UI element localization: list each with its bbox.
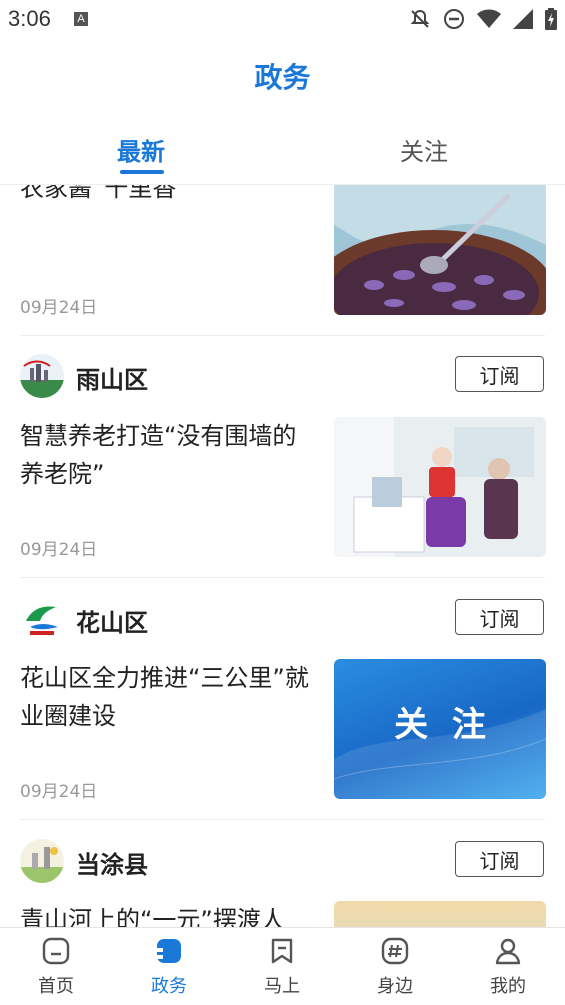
article-date: 09月24日 [20, 540, 98, 560]
article-title[interactable]: 青山河上的“一元”摆渡人 [20, 901, 320, 927]
article-title[interactable]: 农家酱“千里香” [20, 185, 320, 207]
subscribe-button[interactable]: 订阅 [455, 841, 544, 877]
news-feed[interactable]: 农家酱“千里香” 09月24日 雨山区 订阅 智慧养老打造“没有围墙的养老院” … [0, 185, 565, 927]
government-icon [156, 939, 181, 963]
page-title: 政务 [254, 61, 311, 94]
divider [20, 577, 545, 578]
subscribe-button[interactable]: 订阅 [455, 356, 544, 392]
article-date: 09月24日 [20, 298, 98, 318]
article-title[interactable]: 花山区全力推进“三公里”就业圈建设 [20, 659, 320, 735]
status-time: 3:06 [8, 6, 51, 31]
bottom-nav: 首页 政务 马上 身边 我的 [0, 927, 565, 1005]
nav-label: 身边 [377, 976, 413, 997]
thumbnail-caption: 关 注 [394, 705, 486, 745]
wifi-icon [477, 9, 501, 28]
article-thumbnail[interactable] [334, 185, 546, 315]
article-title[interactable]: 智慧养老打造“没有围墙的养老院” [20, 417, 320, 493]
nav-nearby[interactable]: 身边 [355, 936, 435, 998]
nav-mine[interactable]: 我的 [468, 936, 548, 998]
subscribe-button[interactable]: 订阅 [455, 599, 544, 635]
user-icon [495, 938, 521, 965]
divider [20, 335, 545, 336]
source-name[interactable]: 当涂县 [76, 845, 148, 880]
article-card[interactable]: 农家酱“千里香” 09月24日 [0, 185, 565, 335]
source-avatar[interactable] [20, 839, 64, 883]
source-row: 雨山区 订阅 [0, 352, 565, 402]
source-name[interactable]: 雨山区 [76, 360, 148, 395]
article-card[interactable]: 智慧养老打造“没有围墙的养老院” 09月24日 [0, 417, 565, 577]
article-date: 09月24日 [20, 782, 98, 802]
article-thumbnail[interactable]: 关 注 [334, 659, 546, 799]
source-row: 花山区 订阅 [0, 595, 565, 645]
hashtag-icon [381, 937, 409, 965]
article-card[interactable]: 花山区全力推进“三公里”就业圈建设 09月24日 关 注 [0, 659, 565, 819]
text-notification-icon: A [74, 12, 88, 26]
nav-label: 我的 [490, 976, 526, 997]
divider [20, 819, 545, 820]
home-icon [42, 937, 70, 965]
nav-label: 马上 [264, 976, 300, 997]
status-bar: 3:06 A [0, 0, 565, 40]
source-avatar[interactable] [20, 597, 64, 641]
nav-mashang[interactable]: 马上 [242, 936, 322, 998]
notifications-off-icon [410, 9, 430, 28]
source-row: 当涂县 订阅 [0, 837, 565, 887]
tab-following[interactable]: 关注 [400, 132, 448, 167]
nav-label: 政务 [151, 976, 187, 997]
bookmark-icon [271, 938, 293, 964]
article-card[interactable]: 青山河上的“一元”摆渡人 [0, 901, 565, 927]
tab-bar: 最新 关注 [0, 120, 565, 185]
do-not-disturb-icon [444, 9, 464, 29]
nav-home[interactable]: 首页 [16, 936, 96, 998]
article-thumbnail[interactable] [334, 901, 546, 927]
source-name[interactable]: 花山区 [76, 603, 148, 638]
source-avatar[interactable] [20, 354, 64, 398]
tab-latest[interactable]: 最新 [117, 132, 165, 167]
active-tab-indicator [120, 170, 164, 174]
article-thumbnail[interactable] [334, 417, 546, 557]
nav-government[interactable]: 政务 [129, 936, 209, 998]
battery-charging-icon [545, 8, 557, 30]
cell-signal-icon [513, 9, 533, 29]
nav-label: 首页 [38, 976, 74, 997]
